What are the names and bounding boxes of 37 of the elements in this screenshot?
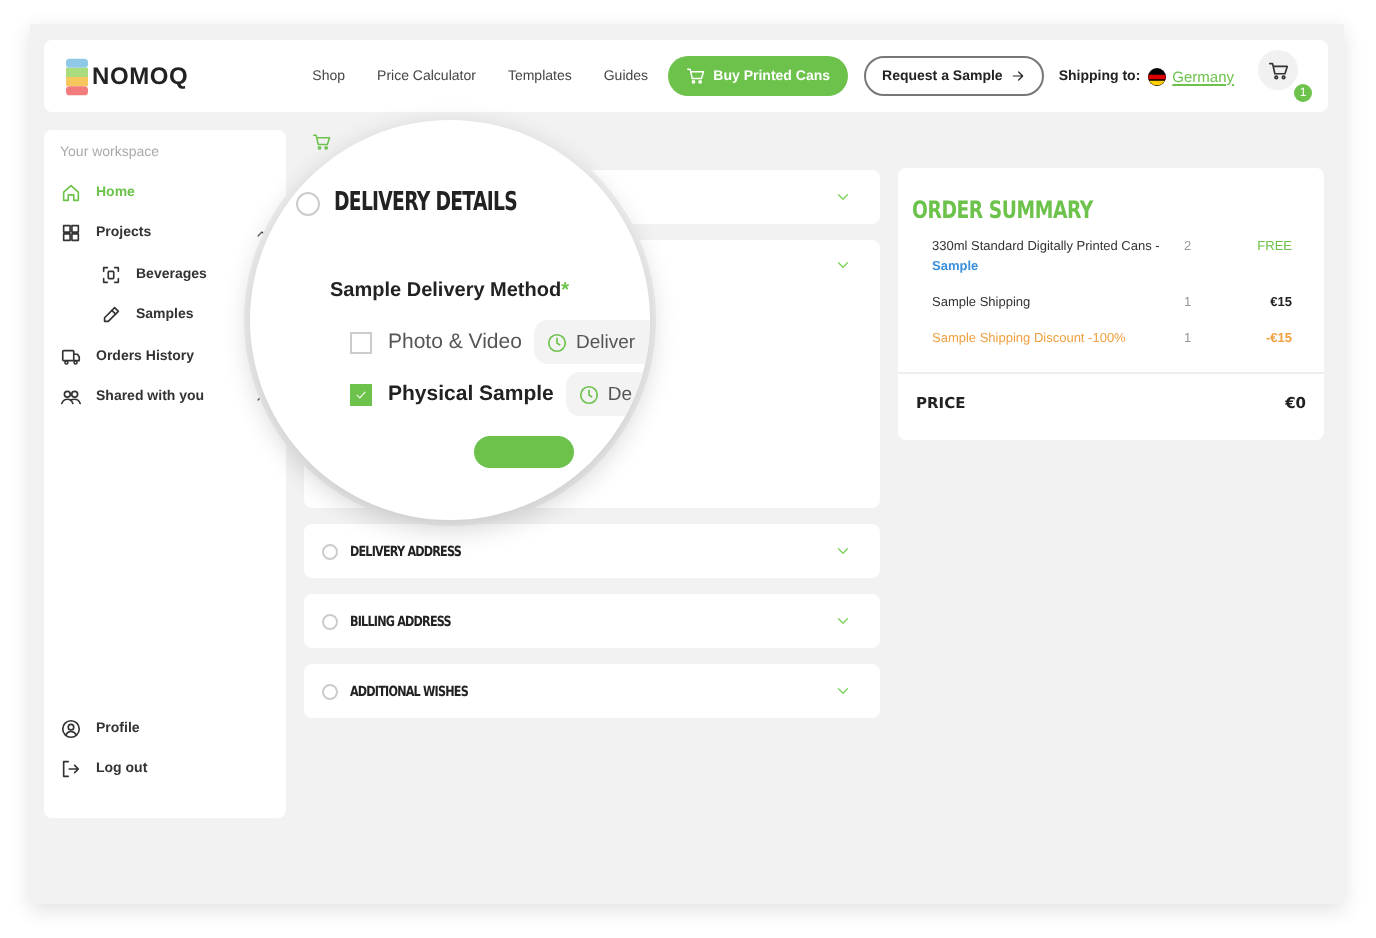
check-icon xyxy=(354,387,368,401)
chevron-down-icon xyxy=(834,188,852,206)
radio-button[interactable] xyxy=(322,683,338,699)
radio-button[interactable] xyxy=(322,543,338,559)
scan-icon xyxy=(100,263,122,285)
field-label: Sample Delivery Method* xyxy=(330,280,569,302)
logo-text[interactable]: NOMOQ xyxy=(92,62,189,90)
arrow-right-icon xyxy=(1010,68,1027,84)
home-icon xyxy=(60,181,82,203)
option-label[interactable]: Photo & Video xyxy=(388,330,522,354)
delivery-chip: Deliver xyxy=(533,320,650,364)
cart-icon xyxy=(1267,59,1289,81)
chevron-down-icon xyxy=(834,256,852,274)
clock-icon xyxy=(577,383,600,405)
people-icon xyxy=(60,386,82,408)
checkbox[interactable] xyxy=(350,383,372,405)
option-label[interactable]: Physical Sample xyxy=(388,382,554,406)
summary-title: ORDER SUMMARY xyxy=(910,194,1096,228)
clock-icon xyxy=(545,331,568,353)
logout-icon xyxy=(60,758,82,780)
chevron-down-icon xyxy=(834,612,852,630)
chevron-down-icon xyxy=(834,542,852,560)
pen-icon xyxy=(100,304,122,326)
radio-button[interactable] xyxy=(322,613,338,629)
section-title: DELIVERY DETAILS xyxy=(334,188,517,218)
truck-icon xyxy=(60,345,82,367)
grid-icon xyxy=(60,222,82,244)
cart-button[interactable] xyxy=(1258,50,1298,90)
cart-icon xyxy=(312,132,332,152)
radio-button[interactable] xyxy=(296,191,320,215)
save-button[interactable] xyxy=(474,436,574,468)
logo-icon xyxy=(66,57,88,95)
flag-icon xyxy=(1148,67,1167,85)
profile-icon xyxy=(60,717,82,739)
chevron-down-icon xyxy=(834,682,852,700)
cart-icon xyxy=(685,66,706,86)
checkbox[interactable] xyxy=(350,331,372,353)
